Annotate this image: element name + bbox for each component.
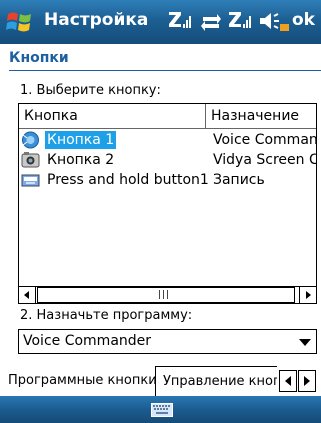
arrow-right-icon bbox=[306, 291, 311, 299]
heading-divider bbox=[9, 70, 321, 71]
tab-program-buttons[interactable]: Программные кнопки bbox=[0, 366, 155, 396]
scroll-right-button[interactable] bbox=[299, 287, 316, 303]
title-bar: Настройка ok bbox=[0, 0, 321, 44]
tab-bar: Программные кнопки Управление кнопками bbox=[0, 366, 321, 396]
assign-program-label: 2. Назначьте программу: bbox=[20, 308, 193, 323]
list-row[interactable]: Кнопка 2 Vidya Screen Capture bbox=[19, 150, 316, 170]
select-button-label: 1. Выберите кнопку: bbox=[20, 83, 161, 98]
arrow-left-icon bbox=[24, 291, 29, 299]
program-select-value: Voice Commander bbox=[23, 333, 152, 349]
row-name: Кнопка 1 bbox=[45, 131, 117, 149]
row-name: Кнопка 2 bbox=[47, 152, 115, 168]
start-menu-icon[interactable] bbox=[5, 9, 33, 35]
soft-key-bar bbox=[0, 396, 321, 423]
sync-arrows-icon[interactable] bbox=[200, 8, 222, 36]
column-header-button[interactable]: Кнопка bbox=[19, 104, 205, 128]
page-title: Кнопки bbox=[9, 50, 69, 66]
row-assignment: Запись bbox=[213, 172, 265, 188]
list-row[interactable]: Кнопка 1 Voice Commander bbox=[19, 130, 316, 150]
keyboard-icon[interactable] bbox=[151, 403, 173, 417]
list-row[interactable]: Press and hold button1 Запись bbox=[19, 170, 316, 190]
grip-icon: ||| bbox=[158, 290, 171, 300]
horizontal-scrollbar[interactable]: ||| bbox=[19, 286, 316, 303]
program-select[interactable]: Voice Commander bbox=[18, 329, 317, 354]
ok-button[interactable]: ok bbox=[292, 10, 315, 30]
app-title: Настройка bbox=[44, 10, 149, 30]
signal-strength-icon[interactable] bbox=[168, 8, 192, 36]
phone-signal-icon[interactable] bbox=[228, 8, 252, 36]
tab-scroll-left-button[interactable] bbox=[279, 370, 297, 392]
voice-button-icon bbox=[22, 131, 39, 149]
arrow-right-icon bbox=[304, 376, 310, 386]
dropdown-arrow-icon[interactable] bbox=[299, 339, 311, 346]
keyboard-button-icon bbox=[21, 174, 40, 187]
column-header-assignment[interactable]: Назначение bbox=[206, 104, 316, 128]
volume-icon[interactable] bbox=[256, 8, 290, 36]
list-header: Кнопка Назначение bbox=[19, 104, 316, 129]
buttons-list[interactable]: Кнопка Назначение Кнопка 1 Voice Command… bbox=[18, 103, 317, 304]
camera-button-icon bbox=[21, 152, 40, 168]
row-assignment: Vidya Screen Capture bbox=[213, 152, 316, 168]
arrow-left-icon bbox=[285, 376, 291, 386]
tab-button-management[interactable]: Управление кнопками bbox=[155, 366, 277, 396]
tab-scroll-right-button[interactable] bbox=[298, 370, 316, 392]
scroll-left-button[interactable] bbox=[19, 287, 36, 303]
row-assignment: Voice Commander bbox=[213, 132, 317, 148]
row-name: Press and hold button1 bbox=[47, 172, 209, 188]
scrollbar-thumb[interactable]: ||| bbox=[37, 287, 295, 303]
